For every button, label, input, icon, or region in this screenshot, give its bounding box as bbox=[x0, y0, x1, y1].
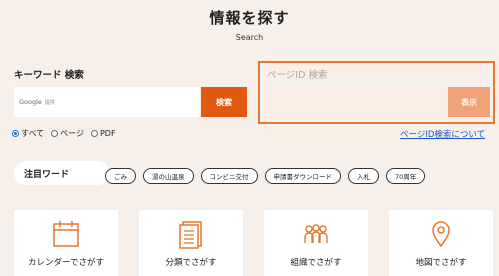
card-search-by-organization[interactable]: 組織でさがす bbox=[264, 210, 368, 276]
scope-all-label: すべて bbox=[21, 129, 45, 138]
tag-70th-anniversary[interactable]: 70周年 bbox=[386, 168, 426, 184]
attention-tags: ごみ 湯の山温泉 コンビニ交付 申請書ダウンロード 入札 70周年 bbox=[105, 168, 426, 184]
card-calendar-label: カレンダーでさがす bbox=[28, 258, 104, 268]
page-id-search-label: ページID 検索 bbox=[267, 70, 328, 81]
card-search-by-map[interactable]: 地図でさがす bbox=[389, 210, 493, 276]
people-icon bbox=[304, 224, 328, 243]
page-id-input[interactable] bbox=[267, 87, 448, 117]
calendar-icon bbox=[53, 221, 79, 247]
page-id-display-button[interactable]: 表示 bbox=[448, 87, 490, 117]
scope-page-radio[interactable] bbox=[51, 130, 59, 137]
document-list-icon bbox=[179, 221, 202, 249]
scope-pdf-label: PDF bbox=[99, 129, 116, 138]
keyword-search-input[interactable]: Google 提供 bbox=[14, 87, 200, 117]
tag-yunoyama-onsen[interactable]: 湯の山温泉 bbox=[143, 168, 194, 184]
scope-page-option[interactable]: ページ bbox=[51, 128, 84, 139]
keyword-search-button[interactable]: 検索 bbox=[201, 87, 247, 117]
scope-pdf-radio[interactable] bbox=[90, 130, 98, 137]
card-search-by-calendar[interactable]: カレンダーでさがす bbox=[14, 210, 118, 276]
scope-page-label: ページ bbox=[60, 129, 84, 138]
search-scope-group: すべて ページ PDF bbox=[12, 128, 120, 139]
scope-all-radio[interactable] bbox=[12, 130, 19, 137]
card-search-by-category[interactable]: 分類でさがす bbox=[139, 210, 243, 276]
google-logo: Google bbox=[19, 98, 42, 106]
tag-application-download[interactable]: 申請書ダウンロード bbox=[264, 168, 341, 184]
page-title: 情報を探す bbox=[209, 9, 290, 27]
scope-all-option[interactable]: すべて bbox=[12, 128, 44, 139]
keyword-search-label: キーワード 検索 bbox=[14, 70, 84, 81]
tag-bidding[interactable]: 入札 bbox=[348, 168, 379, 184]
attention-words-label: 注目ワード bbox=[14, 161, 110, 185]
card-organization-label: 組織でさがす bbox=[290, 258, 342, 268]
tag-convenience-issuance[interactable]: コンビニ交付 bbox=[200, 168, 258, 184]
card-category-label: 分類でさがす bbox=[165, 258, 217, 268]
map-pin-icon bbox=[432, 221, 450, 248]
card-map-label: 地図でさがす bbox=[415, 258, 467, 268]
tag-garbage[interactable]: ごみ bbox=[105, 168, 136, 184]
google-provided-label: 提供 bbox=[44, 99, 55, 106]
scope-pdf-option[interactable]: PDF bbox=[90, 129, 116, 138]
page-subtitle: Search bbox=[235, 33, 264, 42]
page-id-help-link[interactable]: ページID検索について bbox=[400, 128, 485, 140]
